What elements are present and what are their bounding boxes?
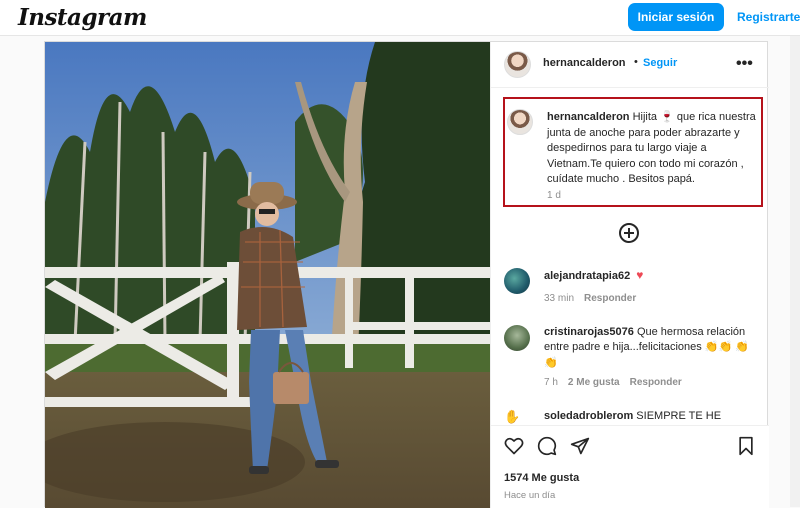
comment-text: cristinarojas5076 Que hermosa relación e… [544, 326, 749, 369]
instagram-logo[interactable]: Instagram [18, 4, 147, 31]
bookmark-icon[interactable] [736, 436, 756, 456]
scrollbar[interactable] [790, 36, 800, 507]
caption-author-avatar[interactable] [507, 109, 533, 135]
post-header: hernancalderon • Seguir ••• [491, 42, 769, 88]
caption-username[interactable]: hernancalderon [547, 111, 630, 123]
heart-icon[interactable] [504, 436, 524, 456]
comment-likes[interactable]: 2 Me gusta [568, 377, 620, 388]
likes-count[interactable]: 1574 Me gusta [504, 472, 579, 484]
comment-username[interactable]: cristinarojas5076 [544, 326, 634, 338]
separator-dot: • [634, 56, 638, 68]
post-photo-illustration [45, 42, 490, 508]
comment-avatar[interactable]: ✋ [504, 409, 526, 424]
login-button[interactable]: Iniciar sesión [628, 3, 724, 31]
reply-button[interactable]: Responder [630, 377, 682, 388]
follow-button[interactable]: Seguir [643, 57, 677, 69]
post-sidebar: hernancalderon • Seguir ••• hernancalder… [490, 42, 769, 508]
comment-text: soledadroblerom SIEMPRE TE HE [544, 410, 722, 422]
post-photo[interactable] [45, 42, 490, 508]
comment-avatar[interactable] [504, 268, 530, 294]
register-link[interactable]: Registrarte [737, 10, 800, 24]
comment-text: alejandratapia62 ♥ [544, 268, 758, 284]
author-username[interactable]: hernancalderon [543, 57, 626, 69]
comment-avatar[interactable] [504, 325, 530, 351]
heart-emoji: ♥ [636, 268, 644, 282]
comment-username[interactable]: soledadroblerom [544, 410, 633, 422]
comment-meta: 7 h 2 Me gusta Responder [544, 377, 682, 388]
comment-time: 33 min [544, 293, 575, 304]
comment-meta: 33 min Responder [544, 293, 636, 304]
caption-highlight: hernancalderon Hijita 🍷 que rica nuestra… [503, 97, 763, 207]
comment-username[interactable]: alejandratapia62 [544, 270, 630, 282]
plus-circle-icon[interactable] [619, 223, 639, 243]
post-actions: 1574 Me gusta Hace un día [491, 425, 769, 508]
post-container: hernancalderon • Seguir ••• hernancalder… [44, 41, 769, 508]
caption-timestamp: 1 d [547, 190, 561, 201]
comment-icon[interactable] [537, 436, 557, 456]
send-icon[interactable] [570, 436, 590, 456]
author-avatar[interactable] [504, 51, 531, 78]
more-horizontal-icon[interactable]: ••• [736, 55, 753, 73]
comment-time: 7 h [544, 377, 558, 388]
top-navigation-bar: Instagram Iniciar sesión Registrarte [0, 0, 800, 36]
caption-text: hernancalderon Hijita 🍷 que rica nuestra… [547, 110, 759, 188]
reply-button[interactable]: Responder [584, 293, 636, 304]
post-timestamp: Hace un día [504, 490, 556, 501]
